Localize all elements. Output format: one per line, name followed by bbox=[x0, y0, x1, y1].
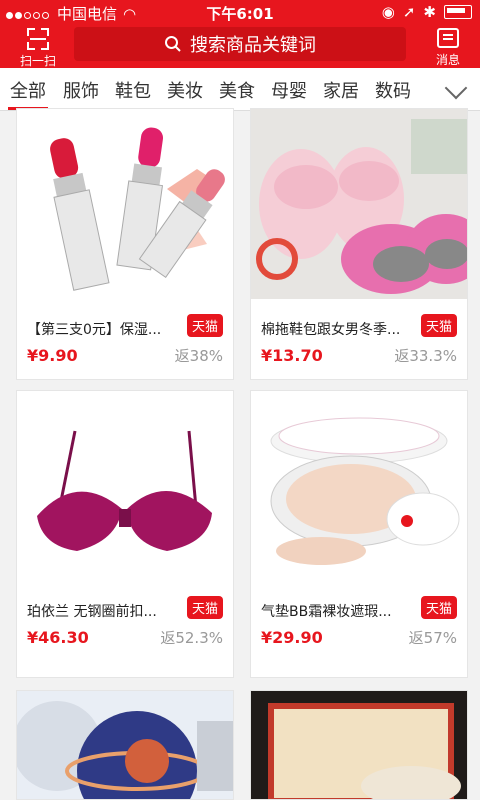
search-placeholder: 搜索商品关键词 bbox=[190, 35, 316, 56]
tab-shoes-bags[interactable]: 鞋包 bbox=[115, 77, 151, 103]
status-bar: 中国电信 ◠ 下午6:01 ◉ ➚ ✱ bbox=[0, 0, 480, 24]
product-rebate: 返57% bbox=[408, 629, 457, 647]
tmall-badge: 天猫 bbox=[420, 314, 457, 337]
scan-icon bbox=[27, 28, 49, 50]
product-card[interactable] bbox=[250, 690, 468, 800]
tmall-badge: 天猫 bbox=[186, 596, 223, 619]
search-input[interactable]: 搜索商品关键词 bbox=[74, 27, 406, 61]
tab-food[interactable]: 美食 bbox=[219, 77, 255, 103]
product-price: ¥13.70 bbox=[261, 346, 323, 365]
expand-categories-icon[interactable] bbox=[444, 76, 468, 100]
bluetooth-icon: ✱ bbox=[423, 3, 436, 21]
product-rebate: 返33.3% bbox=[394, 347, 457, 365]
tab-baby[interactable]: 母婴 bbox=[271, 77, 307, 103]
search-icon bbox=[165, 36, 181, 52]
product-title: 气垫BB霜裸妆遮瑕... bbox=[261, 604, 392, 620]
product-price: ¥9.90 bbox=[27, 346, 78, 365]
product-card[interactable] bbox=[16, 690, 234, 800]
scan-label: 扫一扫 bbox=[19, 54, 56, 68]
product-rebate: 返52.3% bbox=[160, 629, 223, 647]
category-tabs: 全部 服饰 鞋包 美妆 美食 母婴 家居 数码 bbox=[0, 68, 480, 111]
tab-all[interactable]: 全部 bbox=[10, 77, 46, 103]
product-rebate: 返38% bbox=[174, 347, 223, 365]
product-title: 【第三支0元】保湿... bbox=[27, 322, 162, 338]
product-image-cushion-bb bbox=[251, 391, 467, 581]
message-icon bbox=[437, 28, 459, 48]
product-card[interactable]: 棉拖鞋包跟女男冬季... 天猫 ¥13.70 返33.3% bbox=[250, 108, 468, 380]
battery-icon bbox=[444, 5, 472, 19]
product-card[interactable]: 珀依兰 无钢圈前扣... 天猫 ¥46.30 返52.3% bbox=[16, 390, 234, 678]
product-card[interactable]: 气垫BB霜裸妆遮瑕... 天猫 ¥29.90 返57% bbox=[250, 390, 468, 678]
product-title: 棉拖鞋包跟女男冬季... bbox=[261, 322, 401, 338]
tab-home[interactable]: 家居 bbox=[323, 77, 359, 103]
message-label: 消息 bbox=[435, 53, 460, 67]
scan-button[interactable]: 扫一扫 bbox=[12, 28, 64, 68]
message-button[interactable]: 消息 bbox=[428, 28, 468, 68]
tab-apparel[interactable]: 服饰 bbox=[63, 77, 99, 103]
tab-beauty[interactable]: 美妆 bbox=[167, 77, 203, 103]
lock-rotation-icon: ◉ bbox=[381, 3, 395, 21]
header-bar: 扫一扫 搜索商品关键词 消息 bbox=[0, 24, 480, 68]
product-image-lipstick bbox=[17, 109, 233, 299]
product-image-soap-box bbox=[251, 691, 467, 799]
tmall-badge: 天猫 bbox=[186, 314, 223, 337]
location-icon: ➚ bbox=[402, 3, 416, 21]
product-card[interactable]: 【第三支0元】保湿... 天猫 ¥9.90 返38% bbox=[16, 108, 234, 380]
product-price: ¥29.90 bbox=[261, 628, 323, 647]
product-image-galaxy-ball bbox=[17, 691, 233, 799]
product-image-bra bbox=[17, 391, 233, 581]
tab-digital[interactable]: 数码 bbox=[375, 77, 411, 103]
status-right: ◉ ➚ ✱ bbox=[382, 3, 472, 21]
tmall-badge: 天猫 bbox=[420, 596, 457, 619]
product-title: 珀依兰 无钢圈前扣... bbox=[27, 604, 157, 620]
product-price: ¥46.30 bbox=[27, 628, 89, 647]
product-image-slippers bbox=[251, 109, 467, 299]
